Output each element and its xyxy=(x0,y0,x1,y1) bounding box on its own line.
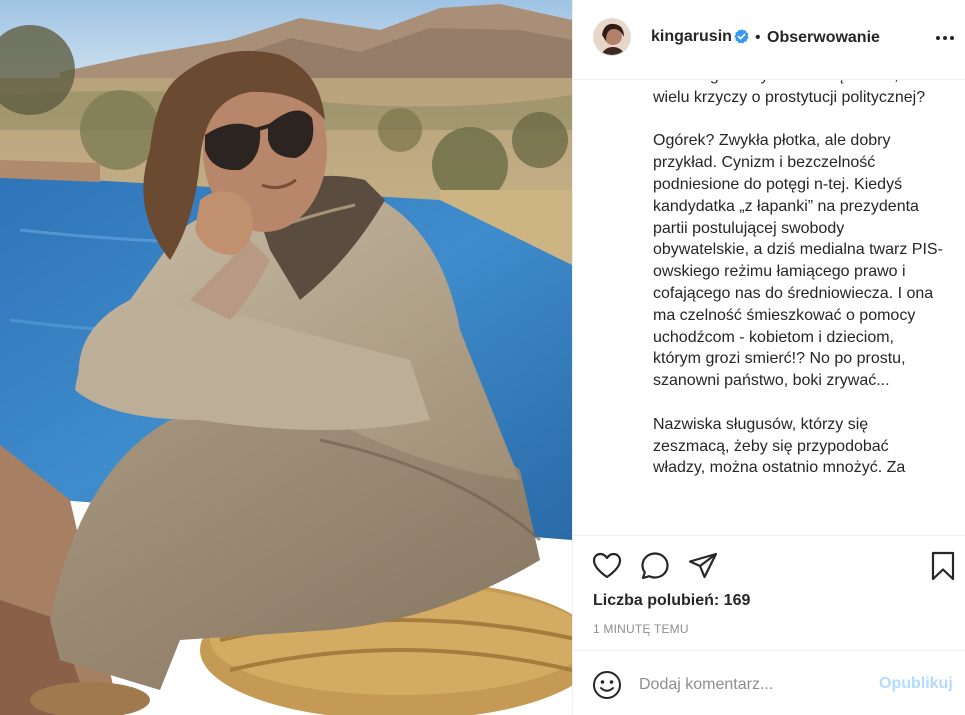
post-photo[interactable] xyxy=(0,0,572,715)
caption-text: zdrożnego? Czy można się dziwić, że wiel… xyxy=(653,80,943,479)
caption-paragraph: Ogórek? Zwykła płotka, ale dobry przykła… xyxy=(653,132,943,390)
action-bar xyxy=(573,535,965,595)
post-timestamp[interactable]: 1 MINUTĘ TEMU xyxy=(593,622,689,636)
separator-dot: • xyxy=(755,29,761,46)
share-send-icon[interactable] xyxy=(687,550,719,582)
username-link[interactable]: kingarusin xyxy=(651,28,732,46)
more-options-icon[interactable] xyxy=(934,27,956,49)
publish-comment-button[interactable]: Opublikuj xyxy=(879,675,953,693)
verified-badge-icon xyxy=(734,29,749,44)
caption-paragraph: zdrożnego? Czy można się dziwić, że wiel… xyxy=(653,80,926,106)
following-button[interactable]: Obserwowanie xyxy=(767,29,880,47)
post-header: kingarusin • Obserwowanie xyxy=(573,0,965,80)
add-comment-bar: Opublikuj xyxy=(573,650,965,715)
avatar[interactable] xyxy=(593,18,631,56)
bookmark-save-icon[interactable] xyxy=(927,550,959,582)
like-heart-icon[interactable] xyxy=(591,550,623,582)
comment-input[interactable] xyxy=(639,671,869,699)
emoji-smiley-icon[interactable] xyxy=(591,669,623,701)
post-details-panel: kingarusin • Obserwowanie zdrożnego? Czy… xyxy=(572,0,965,715)
caption-scroll-area[interactable]: zdrożnego? Czy można się dziwić, że wiel… xyxy=(573,80,965,535)
comment-bubble-icon[interactable] xyxy=(639,550,671,582)
caption-paragraph: Nazwiska sługusów, którzy się zeszmacą, … xyxy=(653,415,906,477)
likes-count[interactable]: Liczba polubień: 169 xyxy=(593,592,750,610)
